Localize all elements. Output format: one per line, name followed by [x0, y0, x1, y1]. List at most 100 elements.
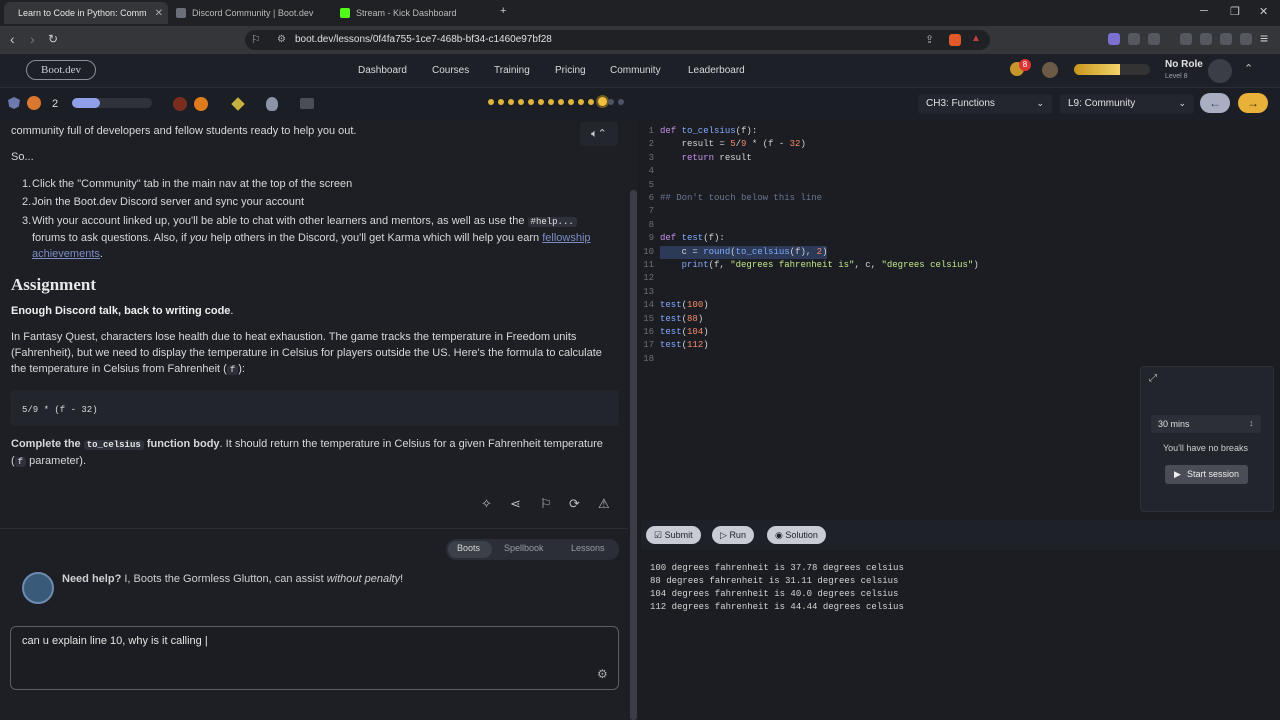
ai-icon[interactable]: ✧ [481, 496, 492, 512]
url-bar[interactable]: ⚐ ⚙ boot.dev/lessons/0f4fa755-1ce7-468b-… [245, 30, 990, 50]
code-line[interactable]: 2 result = 5/9 * (f - 32) [641, 138, 1280, 151]
start-session-button[interactable]: ▶ Start session [1165, 465, 1248, 484]
progress-dot[interactable] [548, 99, 554, 105]
new-tab-icon[interactable]: + [500, 5, 506, 17]
duration-select[interactable]: 30 mins ↕ [1151, 415, 1261, 433]
close-tab-icon[interactable]: ✕ [147, 8, 163, 19]
fire-icon[interactable] [194, 97, 208, 111]
progress-dot[interactable] [518, 99, 524, 105]
audio-button[interactable]: 🔈︎⌃ [580, 122, 618, 146]
brave-rewards-icon[interactable]: ▲ [971, 33, 981, 44]
code-line[interactable]: 4 [641, 165, 1280, 178]
progress-dot[interactable] [568, 99, 574, 105]
chest-icon[interactable] [300, 98, 314, 109]
nav-courses[interactable]: Courses [432, 65, 469, 76]
code-line[interactable]: 12 [641, 272, 1280, 285]
code-line[interactable]: 5 [641, 179, 1280, 192]
menu-icon[interactable]: ≡ [1260, 30, 1268, 46]
back-icon[interactable]: ‹ [10, 31, 15, 47]
code-line[interactable]: 3 return result [641, 152, 1280, 165]
sidebar-icon[interactable] [1180, 33, 1192, 45]
lesson-select[interactable]: L9: Community ⌄ [1060, 94, 1194, 114]
potion-icon[interactable] [173, 97, 187, 111]
code-line[interactable]: 13 [641, 286, 1280, 299]
wallet-icon[interactable] [1200, 33, 1212, 45]
code-line[interactable]: 8 [641, 219, 1280, 232]
lesson-scrollbar[interactable] [630, 190, 637, 720]
code-line[interactable]: 10 c = round(to_celsius(f), 2) [641, 245, 1280, 259]
code-line[interactable]: 6 ## Don't touch below this line [641, 192, 1280, 205]
nav-dashboard[interactable]: Dashboard [358, 65, 407, 76]
code-line[interactable]: 14 test(100) [641, 299, 1280, 312]
progress-dot[interactable] [528, 99, 534, 105]
gear-icon[interactable]: ⚙ [597, 667, 608, 681]
nav-leaderboard[interactable]: Leaderboard [688, 65, 745, 76]
kick-favicon-icon [340, 8, 350, 18]
report-icon[interactable]: ⚠ [598, 496, 610, 512]
code-line[interactable]: 17 test(112) [641, 339, 1280, 352]
chevron-up-icon[interactable]: ⌃ [1244, 62, 1253, 75]
submit-button[interactable]: ☑ Submit [646, 526, 701, 544]
tab-boots[interactable]: Boots [457, 543, 480, 553]
nav-pricing[interactable]: Pricing [555, 65, 586, 76]
bookmark-icon[interactable]: ⚐ [251, 33, 261, 46]
run-button[interactable]: ▷ Run [712, 526, 754, 544]
reload-icon[interactable]: ↻ [48, 32, 58, 46]
chat-input[interactable]: can u explain line 10, why is it calling… [10, 626, 619, 690]
avatar[interactable] [1208, 59, 1232, 83]
site-info-icon[interactable]: ⚙ [277, 34, 286, 45]
maximize-icon[interactable]: ❐ [1230, 5, 1240, 18]
forward-icon[interactable]: › [30, 31, 35, 47]
code-line[interactable]: 16 test(104) [641, 326, 1280, 339]
progress-dot[interactable] [578, 99, 584, 105]
solution-button[interactable]: ◉ Solution [767, 526, 826, 544]
flask-icon[interactable] [266, 97, 278, 111]
tab-lessons[interactable]: Lessons [571, 543, 605, 553]
code-line[interactable]: 18 [641, 353, 1280, 366]
user-role: No Role [1165, 59, 1203, 70]
browser-tab-active[interactable]: Learn to Code in Python: Comm ✕ [4, 2, 168, 24]
share-icon[interactable]: ⋖ [510, 496, 521, 512]
bookmark-icon[interactable]: ⚐ [540, 496, 552, 512]
share-icon[interactable]: ⇪ [925, 33, 934, 46]
puzzle-icon[interactable] [1128, 33, 1140, 45]
code-line[interactable]: 15 test(88) [641, 313, 1280, 326]
minimize-icon[interactable]: ─ [1200, 5, 1208, 17]
chapter-select[interactable]: CH3: Functions ⌄ [918, 94, 1052, 114]
media-icon[interactable] [1148, 33, 1160, 45]
progress-dot[interactable] [608, 99, 614, 105]
leo-icon[interactable] [1220, 33, 1232, 45]
progress-dot[interactable] [508, 99, 514, 105]
code-line[interactable]: 1 def to_celsius(f): [641, 125, 1280, 138]
shield-icon [8, 97, 20, 109]
code-line[interactable]: 7 [641, 205, 1280, 218]
code-line[interactable]: 11 print(f, "degrees fahrenheit is", c, … [641, 259, 1280, 272]
progress-dot[interactable] [588, 99, 594, 105]
brave-shield-icon[interactable] [949, 34, 961, 46]
progress-dot[interactable] [618, 99, 624, 105]
progress-dot[interactable] [558, 99, 564, 105]
bootdev-logo[interactable]: Boot.dev [26, 60, 96, 80]
tab-spellbook[interactable]: Spellbook [504, 543, 544, 553]
code-line[interactable]: 9 def test(f): [641, 232, 1280, 245]
progress-dot[interactable] [488, 99, 494, 105]
armor-icon[interactable] [1042, 62, 1058, 78]
progress-dot[interactable] [498, 99, 504, 105]
nav-community[interactable]: Community [610, 65, 661, 76]
extension-icon[interactable] [1108, 33, 1120, 45]
sword-icon[interactable] [231, 97, 245, 111]
vpn-icon[interactable] [1240, 33, 1252, 45]
refresh-icon[interactable]: ⟳ [569, 496, 580, 512]
step-text: forums to ask questions. Also, if [32, 232, 187, 244]
lesson-progress-dots [488, 97, 628, 109]
expand-icon[interactable]: ⤢ [1149, 373, 1157, 384]
close-window-icon[interactable]: ✕ [1259, 5, 1268, 18]
browser-tab-kick[interactable]: Stream - Kick Dashboard [332, 2, 496, 24]
progress-dot[interactable] [538, 99, 544, 105]
assignment-heading: Assignment [11, 275, 97, 294]
nav-training[interactable]: Training [494, 65, 530, 76]
next-lesson-button[interactable]: → [1238, 93, 1268, 113]
prev-lesson-button[interactable]: ← [1200, 93, 1230, 113]
progress-dot[interactable] [598, 97, 607, 106]
browser-tab-discord[interactable]: Discord Community | Boot.dev [168, 2, 332, 24]
